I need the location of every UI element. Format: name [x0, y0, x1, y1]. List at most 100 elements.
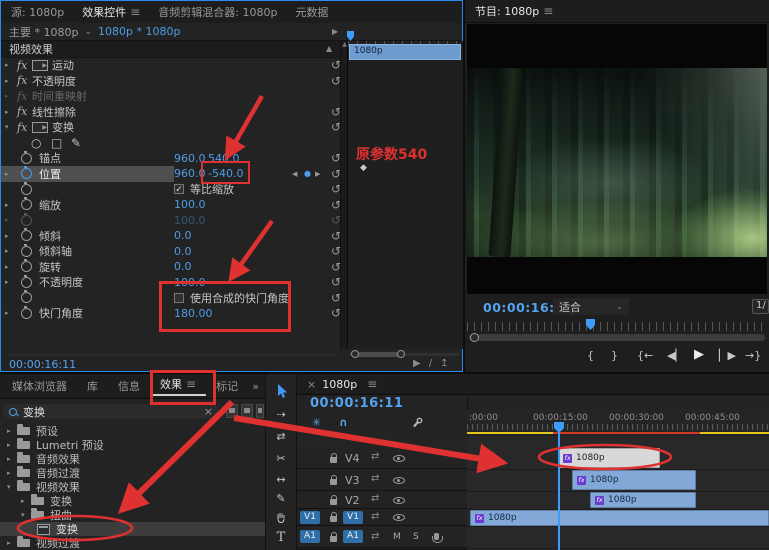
chevron-down-icon[interactable]: ⌄ [84, 27, 92, 37]
tab-sequence[interactable]: 1080p [322, 378, 357, 391]
close-icon[interactable]: × [307, 378, 316, 391]
chevron-right-icon[interactable]: ▸ [1, 61, 17, 69]
value[interactable]: 180.00 [174, 307, 213, 320]
pen-tool[interactable]: ✎ [266, 492, 296, 505]
tab-overflow-icon[interactable]: » [242, 380, 265, 393]
zoom-handle-right[interactable] [397, 350, 405, 358]
param-row-anchor-point[interactable]: 锚点 960.0 540.0 ↺ [1, 151, 347, 167]
tab-effects[interactable]: 效果≡ [150, 376, 206, 396]
keyframe-diamond-icon[interactable]: ◆ [360, 163, 367, 173]
nest-toggle-icon[interactable]: ✳ [312, 416, 321, 429]
stopwatch-icon[interactable] [21, 199, 32, 210]
value-x[interactable]: 960.0 [174, 152, 206, 165]
chevron-right-icon[interactable]: ▸ [7, 455, 17, 463]
param-row-uniform-scale[interactable]: ✓ 等比缩放 ↺ [1, 182, 347, 198]
param-row-scale[interactable]: ▸ 缩放 100.0 ↺ [1, 197, 347, 213]
tree-item-transform-effect[interactable]: 变换 [0, 522, 265, 536]
param-row-skew-axis[interactable]: ▸ 倾斜轴 0.0 ↺ [1, 244, 347, 260]
selection-tool[interactable] [266, 384, 296, 402]
stopwatch-icon[interactable] [21, 261, 32, 272]
effect-row-time-remapping[interactable]: ▸ fx 时间重映射 [1, 89, 347, 105]
chevron-right-icon[interactable]: ▸ [1, 263, 17, 271]
stopwatch-icon[interactable] [21, 230, 32, 241]
track-name[interactable]: V2 [345, 494, 360, 507]
keyframe-lane-clip[interactable]: 1080p [349, 44, 461, 60]
source-patch-v1[interactable]: V1 [300, 511, 320, 524]
track-target-v1[interactable]: V1 [343, 511, 363, 524]
timeline-settings-wrench-icon[interactable] [411, 417, 423, 432]
tab-effect-controls[interactable]: 效果控件≡ [82, 4, 140, 20]
tree-item-lumetri-presets[interactable]: ▸Lumetri 预设 [0, 438, 265, 452]
sync-lock-icon[interactable]: ⇄ [371, 493, 379, 504]
panel-menu-icon[interactable]: ≡ [186, 377, 196, 391]
chevron-right-icon[interactable]: ▸ [1, 201, 17, 209]
scroll-handle[interactable] [470, 333, 479, 342]
lock-icon[interactable] [330, 499, 337, 505]
tab-source-monitor[interactable]: 源: 1080p [11, 4, 64, 20]
program-scrollbar[interactable] [469, 334, 765, 341]
zoom-level-select[interactable]: 适合 ⌄ [553, 298, 629, 315]
chevron-down-icon[interactable]: ▾ [7, 483, 17, 491]
chevron-right-icon[interactable]: ▸ [1, 108, 17, 116]
clip-v1[interactable]: fx 1080p [470, 510, 769, 526]
track-header-v4[interactable]: V4 ⇄ [297, 447, 467, 469]
filter-yuv-effects-button[interactable] [256, 404, 264, 418]
snap-magnet-icon[interactable]: ∩ [339, 416, 348, 429]
effect-row-opacity[interactable]: ▸ fx 不透明度 ↺ [1, 73, 347, 89]
tree-item-audio-transitions[interactable]: ▸音频过渡 [0, 466, 265, 480]
chevron-right-icon[interactable]: ▸ [7, 441, 17, 449]
value-x[interactable]: 960.0 [174, 167, 206, 180]
step-forward-icon[interactable]: ▏▶ [719, 349, 736, 362]
fx-badge-icon[interactable]: fx [17, 105, 32, 118]
value[interactable]: 0.0 [174, 229, 192, 242]
effects-search-input[interactable]: 变换 × [3, 404, 219, 419]
voiceover-mic-icon[interactable] [434, 533, 439, 540]
stopwatch-icon[interactable] [21, 308, 32, 319]
playback-resolution-select[interactable]: 1/ [752, 299, 769, 314]
chevron-down-icon[interactable]: ▾ [1, 123, 17, 131]
effect-row-motion[interactable]: ▸ fx ▶ 运动 ↺ [1, 58, 347, 74]
panel-menu-icon[interactable]: ≡ [367, 377, 377, 391]
stopwatch-icon-active[interactable] [21, 168, 32, 179]
tab-media-browser[interactable]: 媒体浏览器 [2, 378, 77, 394]
clip-v4-selected[interactable]: fx 1080p [558, 448, 660, 468]
mark-in-icon[interactable]: { [587, 349, 594, 362]
type-tool[interactable]: T [266, 530, 296, 545]
track-select-forward-tool[interactable]: ⇢ [266, 408, 296, 421]
value[interactable]: 0.0 [174, 260, 192, 273]
param-row-skew[interactable]: ▸ 倾斜 0.0 ↺ [1, 228, 347, 244]
effect-row-transform[interactable]: ▾ fx ▶ 变换 ↺ [1, 120, 347, 136]
rect-mask-icon[interactable]: □ [51, 136, 62, 150]
tree-item-transform-folder[interactable]: ▸变换 [0, 494, 265, 508]
panel-menu-icon[interactable]: ≡ [130, 5, 140, 19]
show-keyframes-toggle-icon[interactable]: ▶ [332, 27, 338, 36]
track-name[interactable]: V3 [345, 474, 360, 487]
tab-audio-clip-mixer[interactable]: 音频剪辑混合器: 1080p [158, 4, 277, 20]
value[interactable]: 100.0 [174, 198, 206, 211]
uniform-scale-checkbox[interactable]: ✓ [174, 184, 184, 194]
program-mini-ruler[interactable] [467, 322, 767, 331]
fx-badge-icon[interactable]: fx [17, 74, 32, 87]
stopwatch-icon[interactable] [21, 153, 32, 164]
stopwatch-icon[interactable] [21, 292, 32, 303]
panel-divider[interactable] [0, 372, 769, 374]
export-frame-icon[interactable]: ↥ [440, 358, 456, 369]
next-keyframe-icon[interactable]: ▶ [315, 170, 320, 178]
slip-tool[interactable]: ↔ [266, 473, 296, 486]
chevron-right-icon[interactable]: ▸ [1, 170, 17, 178]
tab-markers[interactable]: 标记 [206, 378, 242, 394]
ripple-edit-tool[interactable]: ⇄ [266, 430, 296, 443]
track-output-eye-icon[interactable] [393, 477, 405, 484]
program-video-area[interactable] [467, 24, 767, 294]
value-y[interactable]: -540.0 [208, 167, 243, 180]
tab-libraries[interactable]: 库 [77, 378, 108, 394]
use-comp-shutter-checkbox[interactable] [174, 293, 184, 303]
stopwatch-icon[interactable] [21, 184, 32, 195]
param-row-shutter-angle[interactable]: ▸ 快门角度 180.00 ↺ [1, 306, 347, 322]
chevron-right-icon[interactable]: ▸ [1, 309, 17, 317]
video-effects-section-header[interactable]: 视频效果 ▲ [1, 41, 347, 58]
sync-lock-icon[interactable]: ⇄ [371, 451, 379, 462]
chevron-right-icon[interactable]: ▸ [21, 497, 31, 505]
param-row-scale-width[interactable]: ▸ 100.0 ↺ [1, 213, 347, 229]
chevron-right-icon[interactable]: ▸ [1, 247, 17, 255]
